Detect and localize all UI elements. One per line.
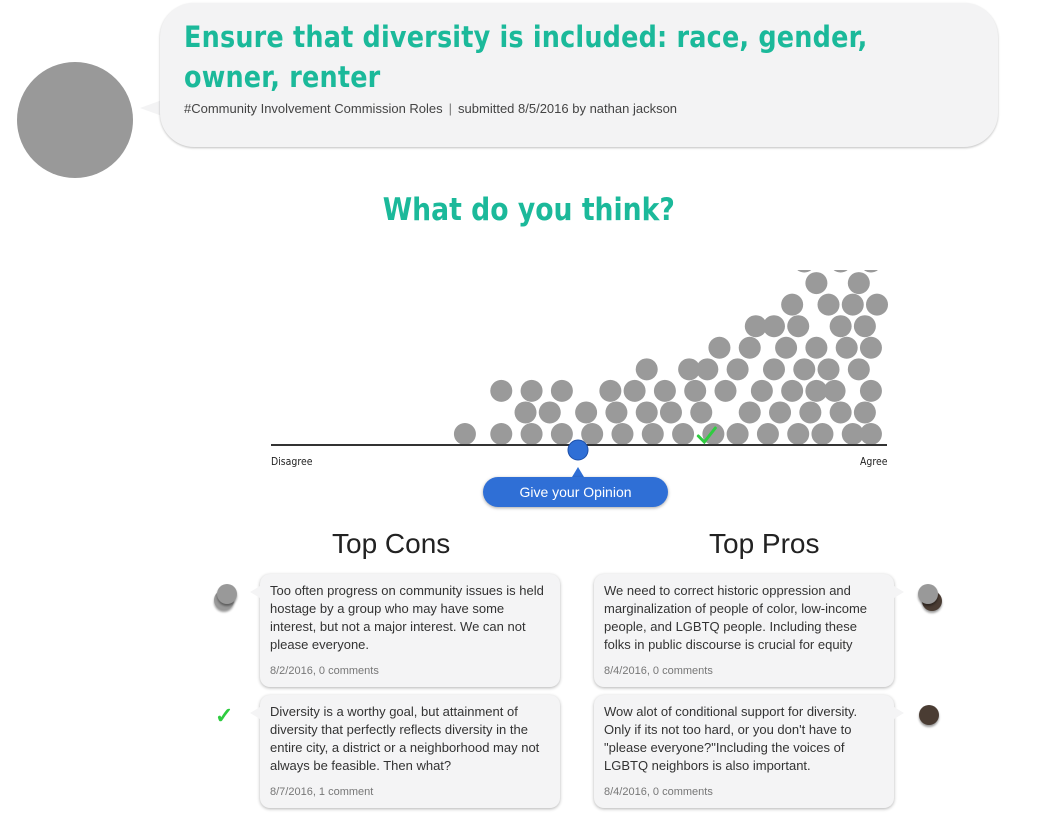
meta-separator: |	[448, 101, 453, 116]
opinion-dot[interactable]	[769, 401, 792, 424]
opinion-dot[interactable]	[841, 293, 864, 316]
opinion-dot[interactable]	[859, 423, 882, 445]
opinion-dot[interactable]	[859, 336, 882, 359]
opinion-dot[interactable]	[781, 379, 804, 402]
opinion-dot[interactable]	[738, 336, 761, 359]
con-date[interactable]: 8/7/2016, 1 comment	[270, 786, 373, 798]
opinion-dot[interactable]	[830, 270, 852, 273]
opinion-dot[interactable]	[847, 358, 870, 381]
opinion-dot[interactable]	[829, 315, 852, 338]
opinion-dot[interactable]	[787, 315, 810, 338]
con-date[interactable]: 8/2/2016, 0 comments	[270, 665, 379, 677]
opinion-dot[interactable]	[793, 270, 815, 273]
opinion-dot[interactable]	[714, 379, 737, 402]
opinion-dot[interactable]	[829, 401, 852, 424]
opinion-caret	[572, 467, 584, 477]
opinion-dot[interactable]	[538, 401, 561, 424]
category-tag[interactable]: #Community Involvement Commission Roles	[184, 101, 443, 116]
opinion-dot[interactable]	[853, 401, 876, 424]
con-card[interactable]: Diversity is a worthy goal, but attainme…	[250, 695, 560, 808]
opinion-dot[interactable]	[635, 401, 658, 424]
opinion-dot[interactable]	[799, 401, 822, 424]
opinion-dot[interactable]	[805, 272, 828, 295]
pro-text: We need to correct historic oppression a…	[604, 583, 868, 652]
proposal-meta: #Community Involvement Commission Roles |…	[184, 101, 677, 116]
con-author-avatar[interactable]	[217, 584, 237, 604]
opinion-dot[interactable]	[581, 423, 604, 445]
bubble-tail	[140, 100, 162, 116]
opinion-dot[interactable]	[550, 379, 573, 402]
opinion-dot[interactable]	[756, 423, 779, 445]
opinion-chart	[271, 270, 888, 461]
opinion-dot[interactable]	[793, 358, 816, 381]
con-text: Too often progress on community issues i…	[270, 583, 544, 652]
pro-author-avatar[interactable]	[918, 584, 938, 604]
opinion-dot[interactable]	[672, 423, 695, 445]
proposal-bubble: Ensure that diversity is included: race,…	[160, 3, 998, 147]
opinion-dot[interactable]	[520, 379, 543, 402]
opinion-dot[interactable]	[817, 293, 840, 316]
submitted-info: submitted 8/5/2016 by nathan jackson	[458, 101, 678, 116]
opinion-dot[interactable]	[653, 379, 676, 402]
disagree-label: Disagree	[271, 455, 313, 468]
opinion-dot[interactable]	[853, 315, 876, 338]
opinion-dot[interactable]	[835, 336, 858, 359]
opinion-dot[interactable]	[708, 336, 731, 359]
top-pros-heading: Top Pros	[709, 528, 820, 559]
pro-date[interactable]: 8/4/2016, 0 comments	[604, 665, 713, 677]
opinion-dot[interactable]	[641, 423, 664, 445]
opinion-dot[interactable]	[817, 358, 840, 381]
give-opinion-button[interactable]: Give your Opinion	[483, 477, 668, 507]
author-avatar	[17, 62, 133, 178]
opinion-dot[interactable]	[599, 379, 622, 402]
opinion-dot[interactable]	[635, 358, 658, 381]
opinion-dot[interactable]	[453, 423, 476, 445]
opinion-dot[interactable]	[611, 423, 634, 445]
pro-date[interactable]: 8/4/2016, 0 comments	[604, 786, 713, 798]
opinion-dot[interactable]	[750, 379, 773, 402]
pro-card[interactable]: Wow alot of conditional support for dive…	[594, 695, 904, 808]
opinion-dot[interactable]	[775, 336, 798, 359]
opinion-dot[interactable]	[520, 423, 543, 445]
checkmark-icon: ✓	[215, 703, 234, 728]
opinion-dot[interactable]	[659, 401, 682, 424]
opinion-dot[interactable]	[726, 423, 749, 445]
opinion-dot[interactable]	[678, 358, 701, 381]
opinion-dot[interactable]	[623, 379, 646, 402]
opinion-dot[interactable]	[726, 358, 749, 381]
opinion-dot[interactable]	[762, 315, 785, 338]
opinion-dot[interactable]	[605, 401, 628, 424]
question-heading: What do you think?	[382, 192, 676, 228]
top-cons-heading: Top Cons	[332, 528, 451, 559]
opinion-slider-handle[interactable]	[567, 439, 589, 461]
opinion-dot[interactable]	[847, 272, 870, 295]
opinion-dot[interactable]	[684, 379, 707, 402]
agree-label: Agree	[860, 455, 888, 468]
opinion-dot[interactable]	[762, 358, 785, 381]
opinion-dot[interactable]	[823, 379, 846, 402]
proposal-title[interactable]: Ensure that diversity is included: race,…	[184, 17, 879, 97]
opinion-dot[interactable]	[514, 401, 537, 424]
opinion-dot[interactable]	[550, 423, 573, 445]
opinion-dot[interactable]	[690, 401, 713, 424]
opinion-dot[interactable]	[787, 423, 810, 445]
opinion-dot[interactable]	[811, 423, 834, 445]
pro-text: Wow alot of conditional support for dive…	[604, 704, 858, 773]
opinion-dot[interactable]	[490, 423, 513, 445]
con-text: Diversity is a worthy goal, but attainme…	[270, 704, 540, 773]
opinion-dot[interactable]	[738, 401, 761, 424]
opinion-dot[interactable]	[805, 336, 828, 359]
opinion-dot[interactable]	[490, 379, 513, 402]
pro-author-avatar[interactable]	[919, 705, 939, 725]
opinion-dot[interactable]	[575, 401, 598, 424]
con-card[interactable]: Too often progress on community issues i…	[250, 574, 560, 687]
pro-card[interactable]: We need to correct historic oppression a…	[594, 574, 904, 687]
opinion-dot[interactable]	[866, 293, 888, 316]
opinion-dot[interactable]	[781, 293, 804, 316]
opinion-dot[interactable]	[860, 270, 882, 273]
opinion-dot[interactable]	[859, 379, 882, 402]
